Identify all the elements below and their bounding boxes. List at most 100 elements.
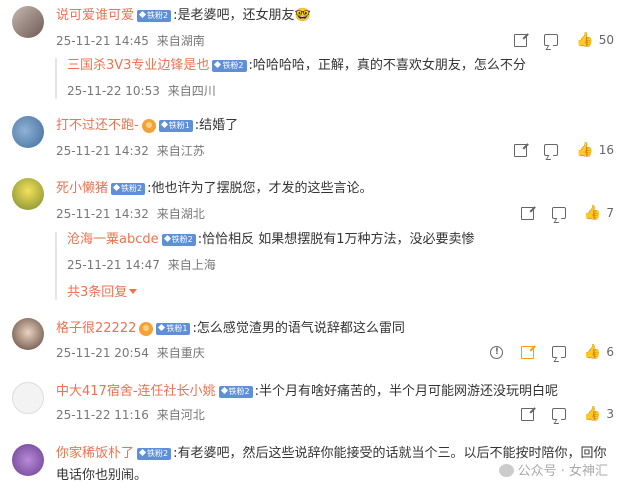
reply-button[interactable] — [544, 144, 559, 156]
share-button[interactable] — [521, 206, 535, 220]
thumb-up-icon: 👍 — [576, 142, 594, 158]
location: 来自上海 — [167, 258, 216, 272]
location: 来自江苏 — [156, 144, 205, 158]
like-button[interactable]: 👍 6 — [584, 344, 614, 360]
username-link[interactable]: 你家稀饭朴了 — [56, 446, 134, 461]
fan-badge: 铁粉2 — [161, 233, 196, 246]
more-replies-link[interactable]: 共3条回复 — [67, 281, 607, 300]
location: 来自湖北 — [156, 207, 205, 221]
watermark-text: 公众号 · 女神汇 — [517, 464, 608, 479]
thumb-up-icon: 👍 — [576, 32, 594, 48]
report-button[interactable]: ! — [490, 345, 504, 359]
like-button[interactable]: 👍 50 — [576, 32, 614, 48]
reply-button[interactable] — [552, 346, 567, 358]
comment-actions: 👍 7 — [507, 205, 614, 221]
comment-meta: 25-11-22 11:16 来自河北 — [56, 406, 205, 423]
share-button[interactable] — [513, 33, 527, 47]
like-button[interactable]: 👍 16 — [576, 142, 614, 158]
comment-icon — [552, 207, 567, 219]
comment-line: 中大417宿舍-连任社长小姚 铁粉2:半个月有啥好痛苦的，半个月可能网游还没玩明白… — [56, 384, 558, 400]
reply-button[interactable] — [552, 207, 567, 219]
reply-item: 三国杀3V3专业边锋是也 铁粉2:哈哈哈哈，正解，真的不喜欢女朋友，怎么不分 25… — [55, 58, 607, 99]
fan-badge: 铁粉1 — [156, 322, 191, 335]
comment-line: 打不过还不跑- 铁粉1:结婚了 — [56, 118, 238, 134]
like-button[interactable]: 👍 3 — [584, 406, 614, 422]
comment-text: :他也许为了摆脱您，才发的这些言论。 — [147, 181, 373, 196]
watermark: 公众号 · 女神汇 — [498, 460, 608, 479]
comment-text: :怎么感觉渣男的语气说辞都这么雷同 — [192, 321, 405, 336]
timestamp: 25-11-21 14:45 — [56, 34, 149, 48]
comment-actions: 👍 50 — [500, 32, 614, 48]
reply-text: :哈哈哈哈，正解，真的不喜欢女朋友，怎么不分 — [248, 58, 526, 73]
reply-button[interactable] — [544, 34, 559, 46]
fan-badge: 铁粉2 — [212, 59, 247, 72]
wechat-icon — [498, 464, 514, 477]
thumb-up-icon: 👍 — [583, 344, 602, 360]
fan-badge: 铁粉2 — [137, 9, 172, 22]
fan-badge: 铁粉2 — [218, 385, 253, 398]
timestamp: 25-11-21 14:32 — [56, 144, 149, 158]
comment-actions: 👍 16 — [500, 142, 614, 158]
like-button[interactable]: 👍 7 — [584, 205, 614, 221]
timestamp: 25-11-21 14:47 — [67, 258, 160, 272]
comment-icon — [544, 34, 559, 46]
comment-meta: 25-11-21 14:32 来自湖北 — [56, 205, 205, 222]
more-replies-label: 共3条回复 — [67, 285, 128, 300]
comment-meta: 25-11-21 20:54 来自重庆 — [56, 344, 205, 361]
thumb-up-icon: 👍 — [583, 406, 602, 422]
location: 来自四川 — [167, 84, 216, 98]
reply-button[interactable] — [552, 408, 567, 420]
fan-badge: 铁粉2 — [137, 447, 172, 460]
report-icon: ! — [490, 345, 504, 359]
avatar[interactable] — [12, 444, 44, 476]
share-icon — [513, 33, 527, 47]
share-icon — [521, 345, 535, 359]
share-button[interactable] — [521, 345, 535, 359]
share-button[interactable] — [521, 407, 535, 421]
username-link[interactable]: 死小懒猪 — [56, 181, 108, 196]
comment-icon — [544, 144, 559, 156]
comment-text: 电话你也别闹。 — [56, 468, 148, 483]
comment-text: :是老婆吧，还女朋友 — [173, 8, 295, 23]
reply-meta: 25-11-22 10:53 来自四川 — [67, 82, 607, 99]
timestamp: 25-11-22 10:53 — [67, 84, 160, 98]
reply-text: :恰恰相反 如果想摆脱有1万种方法，没必要卖惨 — [197, 232, 475, 247]
avatar[interactable] — [12, 318, 44, 350]
fan-badge: 铁粉2 — [111, 182, 146, 195]
comment-text: :结婚了 — [194, 118, 239, 133]
username-link[interactable]: 沧海一粟abcde — [67, 232, 159, 247]
emoji: 🤓 — [294, 8, 311, 23]
username-link[interactable]: 三国杀3V3专业边锋是也 — [67, 58, 209, 73]
chevron-down-icon — [129, 289, 138, 294]
location: 来自重庆 — [156, 346, 205, 360]
username-link[interactable]: 打不过还不跑- — [56, 118, 139, 133]
share-icon — [513, 143, 527, 157]
location: 来自河北 — [156, 408, 205, 422]
username-link[interactable]: 中大417宿舍-连任社长小姚 — [56, 384, 216, 399]
share-button[interactable] — [513, 143, 527, 157]
comment-meta: 25-11-21 14:45 来自湖南 — [56, 32, 205, 49]
avatar[interactable] — [12, 116, 44, 148]
like-count: 7 — [606, 206, 614, 220]
timestamp: 25-11-22 11:16 — [56, 408, 149, 422]
comment-actions: ! 👍 6 — [476, 344, 614, 360]
vip-icon — [139, 321, 154, 336]
avatar[interactable] — [12, 178, 44, 210]
comment-icon — [552, 346, 567, 358]
share-icon — [521, 407, 535, 421]
avatar[interactable] — [12, 6, 44, 38]
fan-badge: 铁粉1 — [158, 119, 193, 132]
like-count: 6 — [606, 345, 614, 359]
reply-line: 三国杀3V3专业边锋是也 铁粉2:哈哈哈哈，正解，真的不喜欢女朋友，怎么不分 — [67, 58, 607, 74]
comment-meta: 25-11-21 14:32 来自江苏 — [56, 142, 205, 159]
comment-text-continued: 电话你也别闹。 — [56, 468, 147, 484]
vip-icon — [141, 118, 156, 133]
reply-line: 沧海一粟abcde 铁粉2:恰恰相反 如果想摆脱有1万种方法，没必要卖惨 — [67, 232, 607, 248]
avatar[interactable] — [12, 382, 44, 414]
timestamp: 25-11-21 14:32 — [56, 207, 149, 221]
thumb-up-icon: 👍 — [583, 205, 602, 221]
username-link[interactable]: 格子很22222 — [56, 321, 136, 336]
reply-item: 沧海一粟abcde 铁粉2:恰恰相反 如果想摆脱有1万种方法，没必要卖惨 25-1… — [55, 232, 607, 300]
like-count: 3 — [606, 407, 614, 421]
username-link[interactable]: 说可爱谁可爱 — [56, 8, 134, 23]
